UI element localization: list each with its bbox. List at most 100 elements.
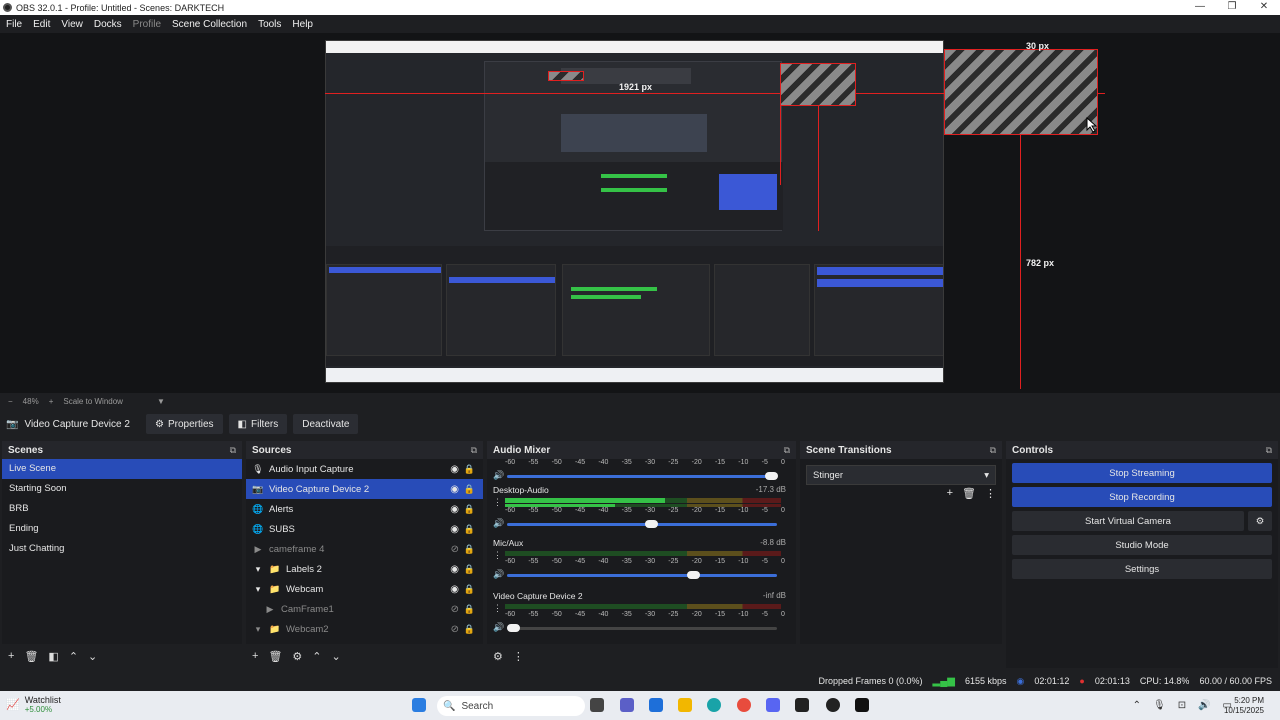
scale-mode-chevron-icon[interactable]: ▼ <box>157 397 165 406</box>
windows-start-icon[interactable] <box>412 698 426 712</box>
volume-speaker-icon[interactable]: 🔊 <box>493 622 504 633</box>
visibility-eye-icon[interactable]: ◉ <box>450 504 459 515</box>
remove-transition-icon[interactable]: 🗑 <box>962 487 976 500</box>
properties-button[interactable]: ⚙ Properties <box>146 414 223 434</box>
lock-icon[interactable]: 🔒 <box>464 584 475 595</box>
volume-slider[interactable] <box>507 571 777 579</box>
volume-slider[interactable] <box>507 520 777 528</box>
source-item[interactable]: 🌐 Alerts ◉ 🔒 <box>246 499 483 519</box>
source-settings-gear-icon[interactable]: ⚙ <box>292 650 302 663</box>
visibility-eye-icon[interactable]: ◉ <box>450 484 459 495</box>
source-group[interactable]: ▾ 📁 Webcam ◉ 🔒 <box>246 579 483 599</box>
start-virtual-camera-button[interactable]: Start Virtual Camera <box>1012 511 1244 531</box>
add-transition-icon[interactable]: + <box>947 487 953 500</box>
taskbar-clock[interactable]: 5:20 PM 10/15/2025 <box>1224 696 1264 716</box>
scene-item[interactable]: Live Scene <box>2 459 242 479</box>
edge-browser-icon[interactable] <box>707 698 721 712</box>
studio-mode-button[interactable]: Studio Mode <box>1012 535 1272 555</box>
channel-menu-icon[interactable]: ⋮ <box>493 550 502 561</box>
restore-button[interactable]: ❐ <box>1216 0 1248 15</box>
remove-source-icon[interactable]: 🗑 <box>268 650 282 663</box>
visibility-eye-icon[interactable]: ◉ <box>450 524 459 535</box>
source-group[interactable]: ▾ 📁 Webcam2 ⊘ 🔒 <box>246 619 483 639</box>
chrome-browser-icon[interactable] <box>737 698 751 712</box>
source-item[interactable]: ▶ cameframe 4 ⊘ 🔒 <box>246 539 483 559</box>
volume-speaker-icon[interactable]: 🔊 <box>493 518 504 529</box>
scale-mode-select[interactable]: Scale to Window <box>63 397 123 406</box>
volume-knob[interactable] <box>645 520 658 528</box>
teams-icon[interactable] <box>620 698 634 712</box>
obs-taskbar-icon[interactable] <box>826 698 840 712</box>
dock-float-icon[interactable]: ⧉ <box>471 445 477 456</box>
scene-filters-icon[interactable]: ◧ <box>48 650 58 663</box>
lock-icon[interactable]: 🔒 <box>464 524 475 535</box>
volume-slider[interactable] <box>507 624 777 632</box>
lock-icon[interactable]: 🔒 <box>464 624 475 635</box>
minimize-button[interactable]: — <box>1184 0 1216 15</box>
transition-select[interactable]: Stinger ▾ <box>806 465 996 485</box>
move-down-icon[interactable]: ⌄ <box>332 650 341 663</box>
preview-area[interactable]: 30 px 782 px 1921 px <box>0 33 1280 393</box>
scene-item[interactable]: Just Chatting <box>2 539 242 559</box>
virtual-camera-gear-icon[interactable]: ⚙ <box>1248 511 1272 531</box>
deactivate-button[interactable]: Deactivate <box>293 414 359 434</box>
lock-icon[interactable]: 🔒 <box>464 564 475 575</box>
mixer-menu-icon[interactable]: ⋮ <box>513 650 524 663</box>
menu-help[interactable]: Help <box>292 19 313 30</box>
selected-source-box[interactable] <box>944 49 1098 135</box>
scene-item[interactable]: BRB <box>2 499 242 519</box>
notion-icon[interactable] <box>855 698 869 712</box>
microphone-tray-icon[interactable]: 🎙 <box>1153 700 1166 711</box>
taskbar-search[interactable]: 🔍 Search <box>437 696 585 716</box>
dock-float-icon[interactable]: ⧉ <box>990 445 996 456</box>
zoom-out-button[interactable]: − <box>8 397 13 406</box>
source-item[interactable]: 🌐 SUBS ◉ 🔒 <box>246 519 483 539</box>
lock-icon[interactable]: 🔒 <box>464 464 475 475</box>
remove-scene-icon[interactable]: 🗑 <box>24 650 38 663</box>
source-group[interactable]: ▾ 📁 Labels 2 ◉ 🔒 <box>246 559 483 579</box>
lock-icon[interactable]: 🔒 <box>464 504 475 515</box>
dock-float-icon[interactable]: ⧉ <box>1266 445 1272 456</box>
volume-knob[interactable] <box>687 571 700 579</box>
volume-knob[interactable] <box>507 624 520 632</box>
hidden-eye-icon[interactable]: ⊘ <box>451 624 459 635</box>
scene-item[interactable]: Starting Soon <box>2 479 242 499</box>
volume-speaker-icon[interactable]: 🔊 <box>493 470 504 481</box>
channel-menu-icon[interactable]: ⋮ <box>493 603 502 614</box>
scene-item[interactable]: Ending <box>2 519 242 539</box>
menu-file[interactable]: File <box>6 19 22 30</box>
move-down-icon[interactable]: ⌄ <box>88 650 97 663</box>
visibility-eye-icon[interactable]: ◉ <box>450 564 459 575</box>
watchlist-widget[interactable]: 📈 Watchlist +5.00% <box>6 695 61 714</box>
menu-docks[interactable]: Docks <box>94 19 122 30</box>
store-icon[interactable] <box>649 698 663 712</box>
visibility-eye-icon[interactable]: ◉ <box>450 464 459 475</box>
transition-menu-icon[interactable]: ⋮ <box>985 487 996 500</box>
source-item[interactable]: 🎙 Audio Input Capture ◉ 🔒 <box>246 459 483 479</box>
menu-tools[interactable]: Tools <box>258 19 281 30</box>
volume-speaker-icon[interactable]: 🔊 <box>493 569 504 580</box>
add-source-icon[interactable]: + <box>252 650 258 662</box>
zoom-in-button[interactable]: + <box>49 397 54 406</box>
volume-knob[interactable] <box>765 472 778 480</box>
stop-streaming-button[interactable]: Stop Streaming <box>1012 463 1272 483</box>
menu-scene-collection[interactable]: Scene Collection <box>172 19 247 30</box>
filters-button[interactable]: ◧ Filters <box>228 414 288 434</box>
hidden-eye-icon[interactable]: ⊘ <box>451 544 459 555</box>
tray-chevron-icon[interactable]: ⌃ <box>1133 700 1141 711</box>
advanced-audio-gear-icon[interactable]: ⚙ <box>493 650 503 663</box>
menu-profile[interactable]: Profile <box>133 19 161 30</box>
expand-arrow-icon[interactable]: ▾ <box>252 624 264 635</box>
lock-icon[interactable]: 🔒 <box>464 544 475 555</box>
lock-icon[interactable]: 🔒 <box>464 484 475 495</box>
discord-icon[interactable] <box>766 698 780 712</box>
expand-arrow-icon[interactable]: ▾ <box>252 584 264 595</box>
menu-view[interactable]: View <box>61 19 83 30</box>
expand-arrow-icon[interactable]: ▾ <box>252 564 264 575</box>
visibility-eye-icon[interactable]: ◉ <box>450 584 459 595</box>
terminal-icon[interactable] <box>795 698 809 712</box>
dock-float-icon[interactable]: ⧉ <box>230 445 236 456</box>
source-item[interactable]: ▶ CamFrame1 ⊘ 🔒 <box>246 599 483 619</box>
volume-icon[interactable]: 🔊 <box>1198 700 1210 711</box>
move-up-icon[interactable]: ⌃ <box>312 650 321 663</box>
